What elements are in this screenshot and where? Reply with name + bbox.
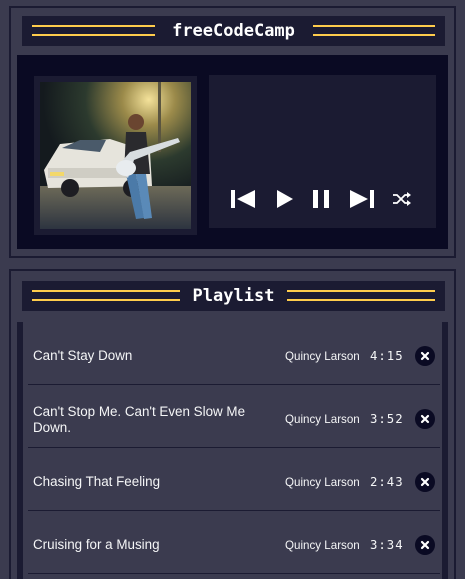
player-panel: freeCodeCamp [9, 6, 456, 258]
playlist-song[interactable]: Can't Stop Me. Can't Even Slow Me Down. … [28, 385, 440, 448]
previous-button[interactable] [231, 188, 256, 215]
skip-previous-icon [231, 190, 255, 208]
shuffle-icon [393, 192, 411, 206]
song-artist: Quincy Larson [285, 350, 360, 363]
song-duration: 4:15 [370, 349, 404, 363]
next-button[interactable] [349, 188, 374, 215]
delete-song-button[interactable] [415, 472, 435, 492]
shuffle-button[interactable] [393, 192, 411, 211]
song-title: Can't Stop Me. Can't Even Slow Me Down. [33, 404, 246, 435]
song-title: Can't Stay Down [33, 348, 133, 363]
close-icon [420, 540, 430, 550]
title-decoration-right [287, 290, 435, 301]
song-duration: 3:34 [370, 538, 404, 552]
pause-button[interactable] [313, 188, 329, 215]
playlist-title-bar: Playlist [22, 281, 445, 311]
pause-icon [313, 190, 329, 208]
player-content [17, 55, 448, 249]
close-icon [420, 351, 430, 361]
delete-song-button[interactable] [415, 409, 435, 429]
song-duration: 2:43 [370, 475, 404, 489]
album-art [34, 76, 197, 235]
album-art-image [40, 82, 191, 229]
playlist-content: Can't Stay Down Quincy Larson 4:15 Can't… [17, 322, 448, 579]
close-icon [420, 414, 430, 424]
player-controls [209, 75, 436, 228]
delete-song-button[interactable] [415, 346, 435, 366]
song-artist: Quincy Larson [285, 539, 360, 552]
play-icon [277, 190, 293, 208]
delete-song-button[interactable] [415, 535, 435, 555]
playlist-songs: Can't Stay Down Quincy Larson 4:15 Can't… [23, 322, 442, 579]
playlist-song[interactable]: Cruising for a Musing Quincy Larson 3:34 [28, 511, 440, 574]
play-button[interactable] [276, 188, 294, 215]
playlist-song[interactable]: Chasing That Feeling Quincy Larson 2:43 [28, 448, 440, 511]
playlist-panel: Playlist Can't Stay Down Quincy Larson 4… [9, 269, 456, 579]
skip-next-icon [350, 190, 374, 208]
song-title: Cruising for a Musing [33, 537, 160, 552]
close-icon [420, 477, 430, 487]
song-artist: Quincy Larson [285, 476, 360, 489]
title-decoration-right [313, 25, 435, 36]
song-title: Chasing That Feeling [33, 474, 161, 489]
player-title-bar: freeCodeCamp [22, 16, 445, 46]
song-artist: Quincy Larson [285, 413, 360, 426]
song-duration: 3:52 [370, 412, 404, 426]
playlist-song[interactable]: Can't Stay Down Quincy Larson 4:15 [28, 322, 440, 385]
